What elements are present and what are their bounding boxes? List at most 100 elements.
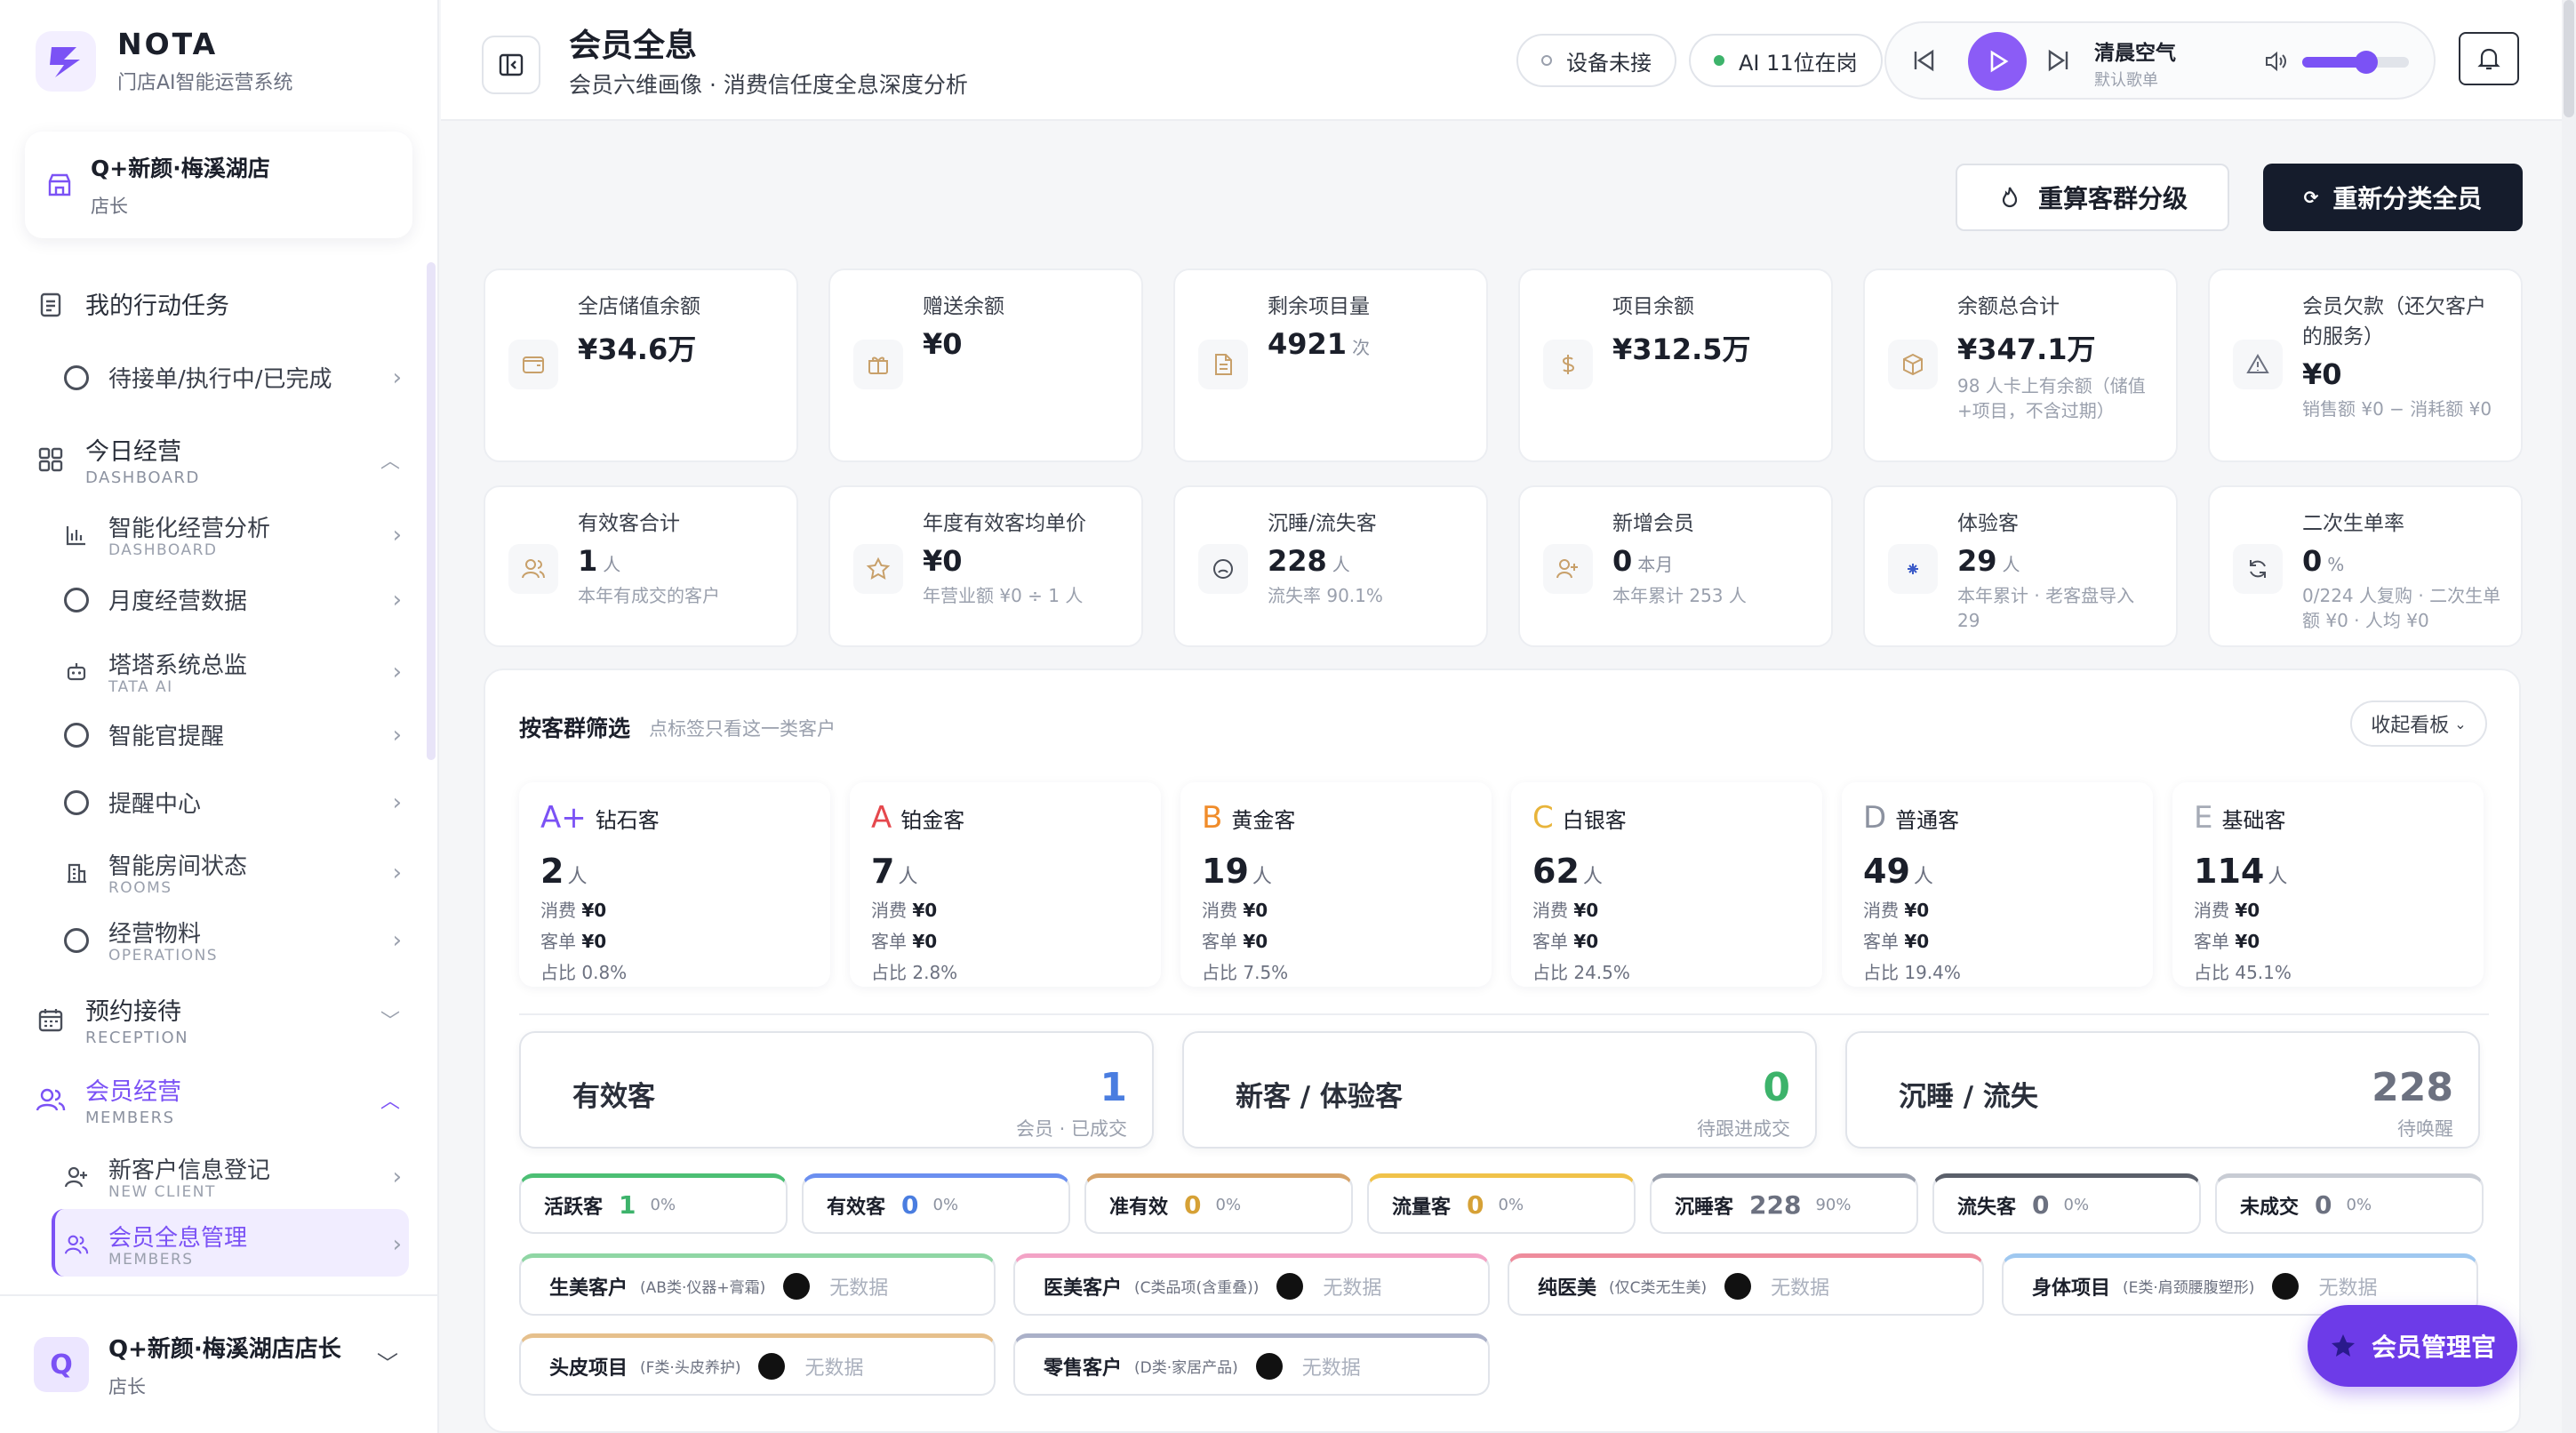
category-chip[interactable]: 零售客户 (D类·家居产品) 无数据 <box>1013 1333 1490 1396</box>
tier-spend: 消费 ¥0 <box>540 900 607 921</box>
tier-name: 钻石客 <box>595 808 660 833</box>
nav-item-member-holo[interactable]: 会员全息管理 MEMBERS › <box>64 1220 402 1269</box>
stat-label: 全店储值余额 <box>578 295 700 318</box>
category-chip[interactable]: 生美客户 (AB类·仪器+膏霜) 无数据 <box>519 1253 996 1316</box>
stat-card: 余额总合计 ¥347.1万 98 人卡上有余额（储值+项目，不含过期） <box>1863 268 2178 462</box>
filter-hint: 点标签只看这一类客户 <box>649 718 836 740</box>
summary-card[interactable]: 沉睡 / 流失 228 待唤醒 <box>1845 1031 2480 1149</box>
nav-item-label: 会员全息管理 <box>108 1225 248 1252</box>
notification-button[interactable] <box>2459 32 2519 85</box>
refresh-icon <box>2233 544 2283 594</box>
tier-name: 白银客 <box>1562 808 1627 833</box>
nav-item-rooms[interactable]: 智能房间状态 ROOMS › <box>64 848 402 897</box>
summary-card[interactable]: 有效客 1 会员 · 已成交 <box>519 1031 1154 1149</box>
nav-members[interactable]: 会员经营 MEMBERS ︿ <box>36 1072 400 1127</box>
category-label: 纯医美 <box>1538 1277 1597 1300</box>
toggle-sidebar-button[interactable] <box>482 36 540 94</box>
stat-value: ¥0 <box>923 327 963 361</box>
stat-card: 二次生单率 0% 0/224 人复购 · 二次生单额 ¥0 · 人均 ¥0 <box>2208 485 2523 647</box>
play-button[interactable] <box>1968 32 2027 91</box>
stat-note: 流失率 90.1% <box>1268 585 1383 606</box>
volume-knob[interactable] <box>2355 51 2378 74</box>
summary-title: 沉睡 / 流失 <box>1899 1081 2038 1113</box>
nav-item-en: OPERATIONS <box>108 947 219 965</box>
sparkle-icon <box>1888 544 1938 594</box>
nav-today[interactable]: 今日经营 DASHBOARD ︿ <box>36 432 400 487</box>
category-nodata: 无数据 <box>2318 1277 2378 1300</box>
brand-subtitle: 门店AI智能运营系统 <box>117 72 293 94</box>
nav-item-label: 智能化经营分析 <box>108 516 271 542</box>
ai-status-pill[interactable]: AI 11位在岗 <box>1689 34 1883 87</box>
stat-unit: 人 <box>2002 554 2020 575</box>
category-nodata: 无数据 <box>1771 1277 1830 1300</box>
collapse-board-button[interactable]: 收起看板 ⌄ <box>2350 700 2487 747</box>
category-desc: (仅C类无生美) <box>1609 1279 1708 1297</box>
tier-count: 49 人 <box>1863 852 1933 891</box>
logo-icon <box>36 30 96 92</box>
tier-name: 铂金客 <box>900 808 965 833</box>
category-chip[interactable]: 头皮项目 (F类·头皮养护) 无数据 <box>519 1333 996 1396</box>
nav-reception[interactable]: 预约接待 RECEPTION ﹀ <box>36 992 400 1047</box>
status-chip[interactable]: 流失客 0 0% <box>1932 1173 2201 1234</box>
tier-card[interactable]: D 普通客 49 人消费 ¥0 客单 ¥0 占比 19.4% <box>1842 782 2153 987</box>
tier-card[interactable]: E 基础客 114 人消费 ¥0 客单 ¥0 占比 45.1% <box>2172 782 2484 987</box>
nav-item-ai-reminder[interactable]: 智能官提醒 › <box>64 718 402 751</box>
member-manager-fab[interactable]: 会员管理官 <box>2308 1305 2517 1387</box>
device-status-pill[interactable]: 设备未接 <box>1516 34 1676 87</box>
song-title: 清晨空气 <box>2094 42 2176 65</box>
store-card[interactable]: Q+新颜·梅溪湖店 店长 <box>25 132 412 238</box>
stat-unit: 本月 <box>1637 554 1674 575</box>
top-bar: 会员全息 会员六维画像 · 消费信任度全息深度分析 设备未接 AI 11位在岗 … <box>441 0 2564 121</box>
summary-card[interactable]: 新客 / 体验客 0 待跟进成交 <box>1182 1031 1817 1149</box>
volume-icon[interactable] <box>2263 48 2290 78</box>
tier-card[interactable]: B 黄金客 19 人消费 ¥0 客单 ¥0 占比 7.5% <box>1180 782 1492 987</box>
stat-card: 赠送余额 ¥0 <box>828 268 1143 462</box>
category-chip[interactable]: 医美客户 (C类品项(含重叠)) 无数据 <box>1013 1253 1490 1316</box>
nav-item-new-client[interactable]: 新客户信息登记 NEW CLIENT › <box>64 1152 402 1201</box>
nav-item-monthly[interactable]: 月度经营数据 › <box>64 583 402 616</box>
stat-value: ¥34.6万 <box>578 332 697 366</box>
chip-value: 0 <box>1467 1190 1484 1220</box>
user-card[interactable]: Q Q+新颜·梅溪湖店店长 店长 ﹀ <box>0 1294 439 1433</box>
reclassify-all-button[interactable]: ⟳ 重新分类全员 <box>2263 164 2523 231</box>
status-chip[interactable]: 准有效 0 0% <box>1084 1173 1353 1234</box>
clipboard-icon <box>36 289 66 319</box>
status-dot-icon <box>1541 55 1552 66</box>
tier-card[interactable]: C 白银客 62 人消费 ¥0 客单 ¥0 占比 24.5% <box>1511 782 1822 987</box>
previous-icon[interactable] <box>1909 46 1938 78</box>
stat-label: 新增会员 <box>1612 512 1694 535</box>
status-chip[interactable]: 沉睡客 228 90% <box>1650 1173 1918 1234</box>
chevron-right-icon: › <box>392 926 402 954</box>
recalc-segments-button[interactable]: 重算客群分级 <box>1956 164 2229 231</box>
status-chip[interactable]: 流量客 0 0% <box>1367 1173 1636 1234</box>
nav-item-reminder-center[interactable]: 提醒中心 › <box>64 786 402 819</box>
circle-icon <box>64 722 89 748</box>
chevron-down-icon: ﹀ <box>380 1011 400 1033</box>
category-desc: (D类·家居产品) <box>1134 1359 1238 1377</box>
stat-label: 余额总合计 <box>1957 295 2060 318</box>
user-name: Q+新颜·梅溪湖店店长 <box>108 1335 341 1363</box>
status-chip[interactable]: 有效客 0 0% <box>802 1173 1070 1234</box>
tier-card[interactable]: A 铂金客 7 人消费 ¥0 客单 ¥0 占比 2.8% <box>850 782 1161 987</box>
nav-tasks[interactable]: 我的行动任务 <box>36 286 400 321</box>
summary-value: 0 <box>1763 1065 1790 1110</box>
category-nodata: 无数据 <box>829 1277 889 1300</box>
nav-item-analysis[interactable]: 智能化经营分析 DASHBOARD › <box>64 510 402 559</box>
summary-value: 1 <box>1100 1065 1127 1110</box>
tier-name: 黄金客 <box>1231 808 1296 833</box>
sidebar-scrollbar[interactable] <box>427 262 436 760</box>
status-chip[interactable]: 活跃客 1 0% <box>519 1173 788 1234</box>
page-subtitle: 会员六维画像 · 消费信任度全息深度分析 <box>569 72 968 98</box>
stat-unit: 人 <box>1332 554 1350 575</box>
nav-item-operations[interactable]: 经营物料 OPERATIONS › <box>64 916 402 965</box>
page-scrollbar[interactable] <box>2562 0 2576 1433</box>
category-chip[interactable]: 纯医美 (仅C类无生美) 无数据 <box>1508 1253 1984 1316</box>
nav-item-tata[interactable]: 塔塔系统总监 TATA AI › <box>64 647 402 696</box>
chevron-right-icon: › <box>392 521 402 548</box>
chevron-right-icon: › <box>392 586 402 613</box>
volume-slider[interactable] <box>2302 51 2409 74</box>
next-icon[interactable] <box>2044 46 2073 78</box>
nav-task-status[interactable]: 待接单/执行中/已完成 › <box>64 361 402 394</box>
tier-card[interactable]: A+ 钻石客 2 人消费 ¥0 客单 ¥0 占比 0.8% <box>519 782 830 987</box>
status-chip[interactable]: 未成交 0 0% <box>2215 1173 2484 1234</box>
